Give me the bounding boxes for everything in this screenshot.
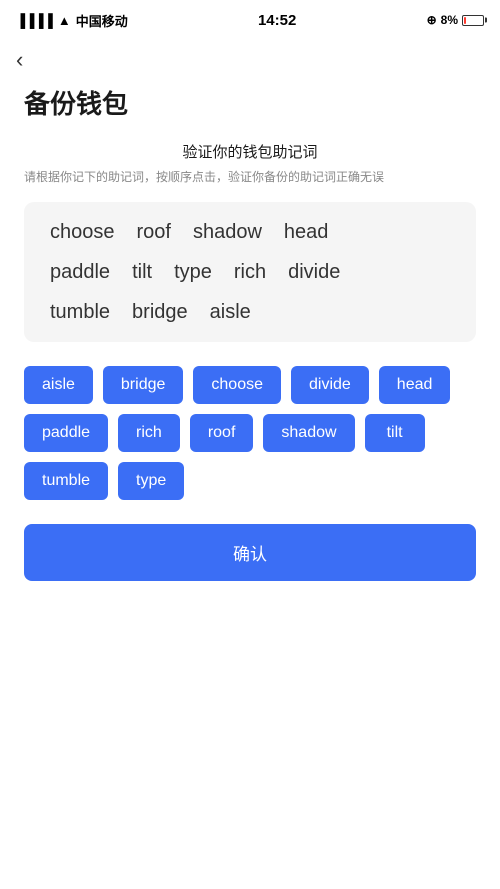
display-word-choose: choose xyxy=(44,221,121,244)
chip-rich[interactable]: rich xyxy=(118,414,180,452)
register-icon: ⊕ xyxy=(427,13,437,27)
display-word-head: head xyxy=(278,221,335,244)
chip-bridge[interactable]: bridge xyxy=(103,366,183,404)
status-bar: ▐▐▐▐ ▲ 中国移动 14:52 ⊕ 8% xyxy=(0,0,500,36)
chip-divide[interactable]: divide xyxy=(291,366,369,404)
display-word-aisle: aisle xyxy=(204,301,257,324)
carrier-name: 中国移动 xyxy=(76,11,128,30)
status-carrier: ▐▐▐▐ ▲ 中国移动 xyxy=(16,11,128,30)
display-word-shadow: shadow xyxy=(187,221,268,244)
signal-icon: ▐▐▐▐ xyxy=(16,13,53,28)
wifi-icon: ▲ xyxy=(58,13,71,28)
word-row-2: paddle tilt type rich divide xyxy=(44,260,456,284)
nav-bar: ‹ xyxy=(0,36,500,76)
word-chips-area: aisle bridge choose divide head paddle richroo… xyxy=(24,366,476,500)
chip-paddle[interactable]: paddle xyxy=(24,414,108,452)
word-display-box: choose roof shadow head paddle tilt type… xyxy=(24,202,476,342)
display-word-divide: divide xyxy=(282,261,346,284)
section-desc: 请根据你记下的助记词，按顺序点击，验证你备份的助记词正确无误 xyxy=(24,168,476,186)
chip-head[interactable]: head xyxy=(379,366,451,404)
chip-choose[interactable]: choose xyxy=(193,366,281,404)
display-word-tumble: tumble xyxy=(44,301,116,324)
page-title: 备份钱包 xyxy=(24,84,476,121)
word-row-3: tumble bridge aisle xyxy=(44,300,456,324)
display-word-paddle: paddle xyxy=(44,261,116,284)
display-word-roof: roof xyxy=(131,221,177,244)
chip-aisle[interactable]: aisle xyxy=(24,366,93,404)
chip-type[interactable]: type xyxy=(118,462,184,500)
word-row-1: choose roof shadow head xyxy=(44,220,456,244)
back-button[interactable]: ‹ xyxy=(16,44,48,76)
confirm-button[interactable]: 确认 xyxy=(24,524,476,581)
section-title: 验证你的钱包助记词 xyxy=(24,141,476,162)
chip-tumble[interactable]: tumble xyxy=(24,462,108,500)
main-content: 验证你的钱包助记词 请根据你记下的助记词，按顺序点击，验证你备份的助记词正确无误… xyxy=(0,121,500,581)
chip-shadow[interactable]: shadow xyxy=(263,414,354,452)
battery-icon xyxy=(462,15,484,26)
display-word-tilt: tilt xyxy=(126,261,158,284)
chip-tilt[interactable]: tilt xyxy=(365,414,425,452)
battery-percent: 8% xyxy=(441,13,458,27)
display-word-type: type xyxy=(168,261,218,284)
chip-roof[interactable]: roof xyxy=(190,414,254,452)
display-word-rich: rich xyxy=(228,261,272,284)
status-battery-area: ⊕ 8% xyxy=(427,13,484,27)
display-word-bridge: bridge xyxy=(126,301,194,324)
status-time: 14:52 xyxy=(258,12,296,29)
page-title-area: 备份钱包 xyxy=(0,76,500,121)
